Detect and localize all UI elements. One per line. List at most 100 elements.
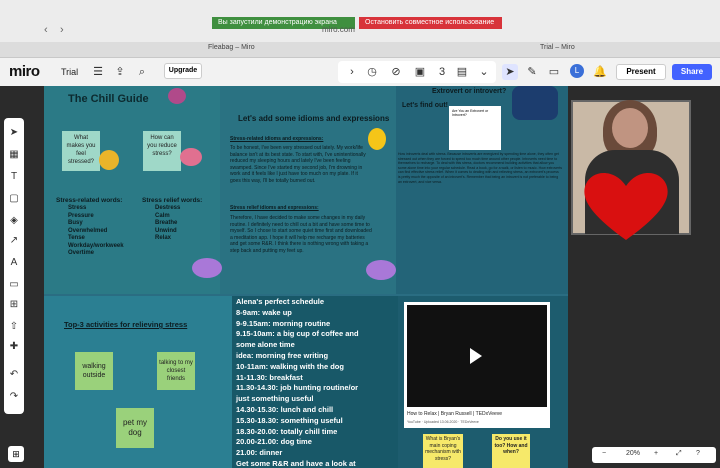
heart-icon bbox=[584, 173, 668, 240]
reaction-icon[interactable]: ✎ bbox=[524, 64, 540, 80]
board-title[interactable]: Trial bbox=[61, 67, 78, 77]
stop-sharing-button[interactable]: Остановить совместное использование bbox=[359, 17, 502, 29]
bell-icon[interactable]: 🔔 bbox=[592, 64, 608, 80]
heart-face-icon bbox=[180, 148, 202, 166]
idioms-sub1: Stress-related idioms and expressions: bbox=[230, 136, 324, 142]
screen-icon[interactable]: ▣ bbox=[412, 64, 428, 80]
arrow-icon bbox=[366, 260, 396, 280]
extrovert-title[interactable]: Extrovert or introvert? bbox=[432, 88, 506, 95]
stress-face-icon bbox=[99, 150, 119, 170]
article-text[interactable]: How introverts deal with stress. Because… bbox=[398, 152, 562, 288]
sticky-stressed[interactable]: What makes you feel stressed? bbox=[62, 131, 100, 171]
question-sticky[interactable]: What is Bryan's main coping mechanism wi… bbox=[423, 434, 463, 468]
list-item: Unwind bbox=[155, 227, 177, 234]
sticky-tool-icon[interactable]: ▢ bbox=[4, 190, 24, 208]
tab-trial[interactable]: Trial – Miro bbox=[540, 44, 575, 51]
frames-icon[interactable]: ⊞ bbox=[8, 446, 24, 462]
text-tool-icon[interactable]: T bbox=[4, 168, 24, 186]
activity-sticky[interactable]: pet my dog bbox=[116, 408, 154, 448]
cursor-icon[interactable]: ➤ bbox=[502, 64, 518, 80]
vote-icon[interactable]: ⊘ bbox=[388, 64, 404, 80]
search-icon[interactable]: ⌕ bbox=[134, 64, 150, 80]
connector-tool-icon[interactable]: ↗ bbox=[4, 232, 24, 250]
find-out-label: Let's find out! bbox=[402, 102, 448, 109]
relief-words-heading: Stress relief words: bbox=[142, 197, 203, 204]
chill-guide-title[interactable]: The Chill Guide bbox=[68, 93, 149, 105]
back-icon[interactable]: ‹ bbox=[44, 24, 48, 36]
schedule-line: 9.15-10am: a big cup of coffee and bbox=[236, 329, 359, 339]
avatar[interactable]: L bbox=[570, 64, 584, 78]
article-thumbnail[interactable]: Are You an Extrovert or Introvert? bbox=[449, 106, 501, 150]
doc-title: Are You an Extrovert or Introvert? bbox=[452, 109, 489, 117]
list-item: Pressure bbox=[68, 212, 94, 219]
list-item: Overtime bbox=[68, 250, 95, 256]
zoom-level[interactable]: 20% bbox=[626, 450, 640, 457]
redo-icon[interactable]: ↷ bbox=[4, 388, 24, 406]
list-item: Destress bbox=[155, 205, 181, 211]
idioms-title[interactable]: Let's add some idioms and expressions bbox=[238, 114, 389, 123]
fit-icon[interactable]: ⤢ bbox=[676, 450, 682, 458]
schedule-line: 21.00: dinner bbox=[236, 448, 283, 458]
more-tools-icon[interactable]: ✚ bbox=[4, 338, 24, 356]
list-item: Calm bbox=[155, 212, 170, 219]
schedule-line: Get some R&R and have a look at bbox=[236, 458, 356, 468]
list-item: Breathe bbox=[155, 220, 178, 226]
activity-sticky[interactable]: walking outside bbox=[75, 352, 113, 390]
pen-tool-icon[interactable]: A bbox=[4, 254, 24, 272]
tab-strip bbox=[0, 42, 720, 58]
video-title[interactable]: How to Relax | Bryan Russell | TEDxVeeve bbox=[407, 411, 502, 417]
schedule-line: 9-9.15am: morning routine bbox=[236, 318, 331, 328]
shape-tool-icon[interactable]: ◈ bbox=[4, 212, 24, 230]
stress-words-heading: Stress-related words: bbox=[56, 197, 123, 204]
upload-tool-icon[interactable]: ⇧ bbox=[4, 318, 24, 336]
video-source: YouTube · Uploaded 13.06.2020 · TEDxVeev… bbox=[407, 420, 479, 424]
number-icon[interactable]: 3 bbox=[434, 64, 450, 80]
timer-icon[interactable]: ◷ bbox=[364, 64, 380, 80]
chevron-down-icon[interactable]: ⌄ bbox=[476, 64, 492, 80]
sticky-reduce[interactable]: How can you reduce stress? bbox=[143, 131, 181, 171]
comment-tool-icon[interactable]: ▭ bbox=[4, 276, 24, 294]
list-item: Tense bbox=[68, 235, 85, 241]
idioms-text2[interactable]: Therefore, I have decided to make some c… bbox=[230, 215, 374, 263]
zoom-out-icon[interactable]: − bbox=[602, 450, 606, 457]
upgrade-button[interactable]: Upgrade bbox=[164, 63, 202, 79]
badge-icon bbox=[168, 88, 186, 104]
help-icon[interactable]: ? bbox=[696, 450, 700, 457]
zoom-in-icon[interactable]: + bbox=[654, 450, 658, 457]
schedule-text[interactable]: Alena's perfect schedule 8-9am: wake up … bbox=[236, 297, 359, 468]
activities-title[interactable]: Top-3 activities for relieving stress bbox=[64, 320, 187, 329]
stress-words-list: Stress Pressure Busy Overwhelmed Tense W… bbox=[68, 205, 124, 258]
frame-tool-icon[interactable]: ▦ bbox=[4, 146, 24, 164]
arrow-icon bbox=[192, 258, 222, 278]
relief-words-list: Destress Calm Breathe Unwind Relax bbox=[155, 205, 180, 243]
chevron-right-icon[interactable]: › bbox=[344, 64, 360, 80]
play-icon[interactable] bbox=[470, 348, 482, 364]
question-sticky[interactable]: Do you use it too? How and when? bbox=[492, 434, 530, 468]
tab-fleabag[interactable]: Fleabag – Miro bbox=[208, 44, 255, 51]
schedule-line: some alone time bbox=[236, 340, 295, 350]
idioms-sub2: Stress relief idioms and expressions: bbox=[230, 205, 319, 211]
miro-logo[interactable]: miro bbox=[9, 63, 40, 80]
present-button[interactable]: Present bbox=[616, 64, 666, 80]
activity-sticky[interactable]: talking to my closest friends bbox=[157, 352, 195, 390]
screen-share-banner: Вы запустили демонстрацию экрана Останов… bbox=[212, 17, 502, 29]
list-item: Busy bbox=[68, 220, 83, 226]
schedule-line: 14.30-15.30: lunch and chill bbox=[236, 404, 334, 414]
schedule-line: just something useful bbox=[236, 394, 314, 404]
undo-icon[interactable]: ↶ bbox=[4, 366, 24, 384]
schedule-line: idea: morning free writing bbox=[236, 350, 329, 360]
schedule-line: 15.30-18.30: something useful bbox=[236, 415, 343, 425]
menu-icon[interactable]: ☰ bbox=[90, 64, 106, 80]
select-tool-icon[interactable]: ➤ bbox=[4, 124, 24, 142]
schedule-line: 8-9am: wake up bbox=[236, 307, 292, 317]
idioms-text1[interactable]: To be honest, I've been very stressed ou… bbox=[230, 145, 366, 189]
grid-tool-icon[interactable]: ⊞ bbox=[4, 296, 24, 314]
forward-icon[interactable]: › bbox=[60, 24, 64, 36]
notes-icon[interactable]: ▤ bbox=[454, 64, 470, 80]
address-bar[interactable]: miro.com bbox=[322, 25, 355, 34]
share-button[interactable]: Share bbox=[672, 64, 712, 80]
export-icon[interactable]: ⇪ bbox=[112, 64, 128, 80]
schedule-line: 11.30-14.30: job hunting routine/or bbox=[236, 383, 359, 393]
comment-icon[interactable]: ▭ bbox=[546, 64, 562, 80]
zoom-controls: − 20% + ⤢ ? bbox=[592, 447, 716, 463]
